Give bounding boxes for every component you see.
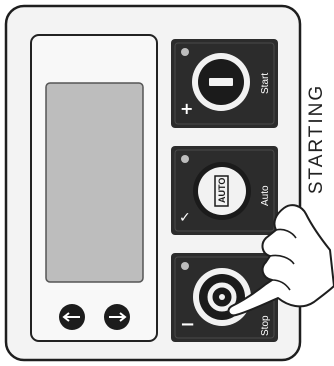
minus-icon	[209, 78, 233, 86]
auto-check-sign: ✓	[179, 210, 191, 226]
stop-label: Stop	[260, 315, 271, 336]
start-button[interactable]: + Start	[171, 39, 278, 128]
nav-left-button[interactable]	[59, 304, 85, 330]
stop-indicator-led	[181, 262, 189, 270]
auto-badge: AUTO	[217, 178, 227, 203]
status-label: STARTING	[300, 84, 334, 194]
status-text: STARTING	[306, 83, 327, 195]
auto-indicator-led	[181, 155, 189, 163]
auto-label: Auto	[260, 185, 271, 206]
display-screen	[45, 82, 144, 283]
start-label: Start	[260, 73, 271, 94]
start-plus-sign: +	[180, 99, 193, 118]
start-indicator-led	[181, 48, 189, 56]
controller-illustration: + Start AUTO ✓ Auto − Stop	[4, 4, 334, 362]
auto-button[interactable]: AUTO ✓ Auto	[171, 146, 278, 235]
stop-minus-sign: −	[180, 314, 195, 335]
nav-right-button[interactable]	[104, 304, 130, 330]
